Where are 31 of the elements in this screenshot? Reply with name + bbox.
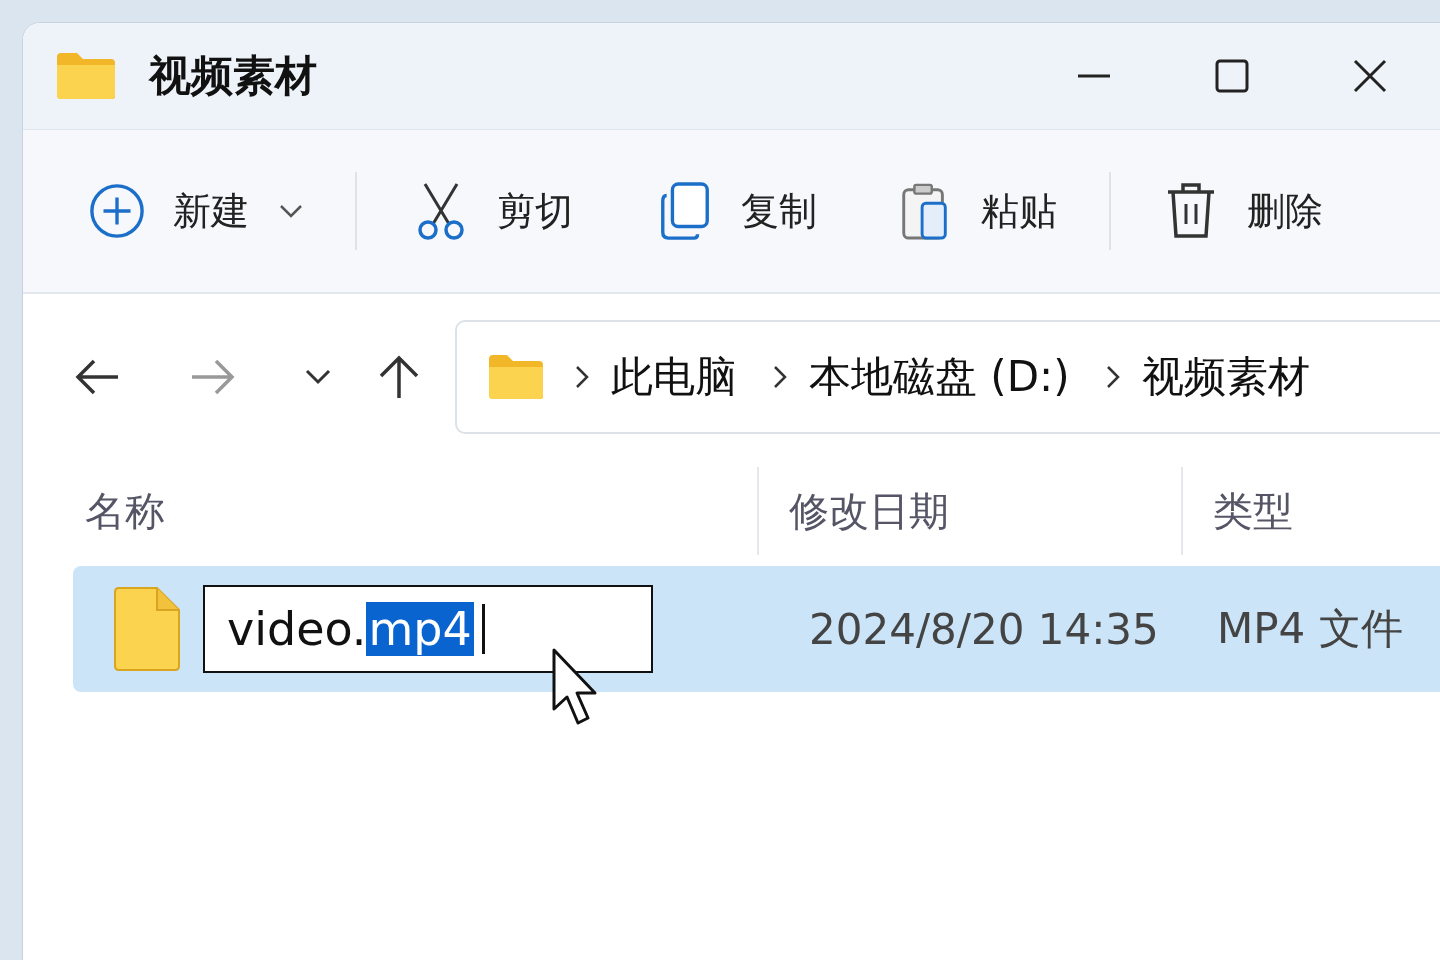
column-header[interactable]: 修改日期 — [789, 483, 1181, 539]
paste-button[interactable]: 粘贴 — [897, 182, 1057, 240]
folder-icon — [487, 353, 545, 401]
rename-field[interactable]: video.mp4 — [203, 585, 653, 673]
chevron-right-icon — [773, 365, 787, 389]
column-header[interactable]: 名称 — [85, 483, 757, 539]
file-type: MP4 文件 — [1217, 603, 1403, 655]
chevron-right-icon — [575, 365, 589, 389]
chevron-down-icon — [305, 369, 331, 385]
folder-icon — [55, 51, 117, 101]
chevron-down-icon — [279, 204, 303, 218]
window-title: 视频素材 — [149, 50, 317, 102]
breadcrumb-item[interactable]: 此电脑 — [611, 349, 737, 405]
breadcrumb-item[interactable]: 本地磁盘 (D:) — [809, 349, 1070, 405]
arrow-left-icon — [74, 357, 120, 397]
copy-button[interactable]: 复制 — [657, 182, 817, 240]
plus-icon — [89, 182, 145, 240]
maximize-icon — [1214, 58, 1250, 94]
modified-date: 2024/8/20 14:35 — [809, 604, 1160, 654]
breadcrumb-item[interactable]: 视频素材 — [1141, 349, 1310, 405]
column-header[interactable]: 类型 — [1213, 483, 1293, 539]
file-icon — [113, 586, 181, 672]
arrow-right-icon — [190, 357, 236, 397]
arrow-up-icon — [377, 354, 421, 400]
cut-button[interactable]: 剪切 — [413, 182, 573, 240]
chevron-right-icon — [1105, 365, 1120, 389]
new-button[interactable]: 新建 — [89, 182, 303, 240]
close-icon — [1352, 58, 1388, 94]
minimize-icon — [1076, 74, 1112, 78]
address-bar[interactable]: 此电脑 本地磁盘 (D:) 视频素材 — [455, 320, 1440, 434]
delete-button[interactable]: 删除 — [1163, 182, 1323, 240]
